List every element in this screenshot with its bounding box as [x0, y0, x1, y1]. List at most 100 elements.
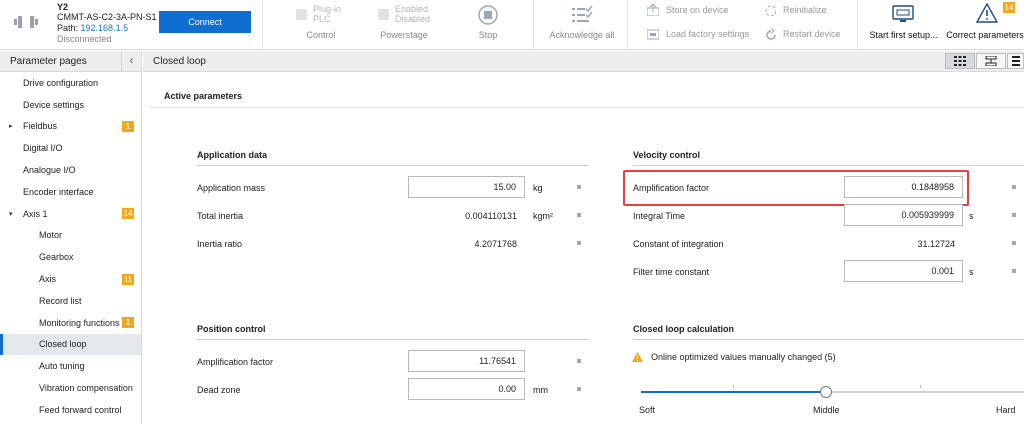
- sidebar-item[interactable]: ▸ Fieldbus 1: [0, 116, 141, 138]
- sidebar-header: Parameter pages ‹: [0, 51, 141, 72]
- warning-text: Online optimized values manually changed…: [651, 352, 836, 362]
- checklist-icon: [572, 5, 593, 22]
- menu-dot-icon[interactable]: [1012, 241, 1016, 245]
- sidebar-item-label: Closed loop: [39, 339, 87, 350]
- sidebar-item[interactable]: ▾ Axis 1 14: [0, 203, 141, 225]
- plugin-plc-checkbox[interactable]: Plug-in PLC: [296, 4, 341, 24]
- menu-dot-icon[interactable]: [577, 387, 581, 391]
- enabled-label: Enabled: [395, 4, 429, 14]
- application-data-title: Application data: [197, 150, 268, 160]
- sidebar-item[interactable]: Closed loop: [0, 333, 141, 356]
- filter-unit: s: [969, 267, 974, 277]
- application-mass-label: Application mass: [197, 183, 266, 193]
- inertia-ratio-value: 4.2071768: [474, 239, 517, 249]
- constant-of-integration-value: 31.12724: [917, 239, 955, 249]
- total-inertia-value: 0.004110131: [465, 211, 517, 221]
- sidebar-item[interactable]: Analogue I/O: [0, 159, 141, 181]
- closed-loop-calculation-title: Closed loop calculation: [633, 324, 735, 334]
- device-ip[interactable]: 192.168.1.5: [81, 23, 129, 33]
- sidebar: Parameter pages ‹ Drive configuration Dev…: [0, 51, 142, 424]
- integral-time-input[interactable]: 0.005939999: [844, 204, 963, 226]
- mass-unit: kg: [533, 183, 543, 193]
- menu-dot-icon[interactable]: [577, 213, 581, 217]
- load-factory-settings-button[interactable]: Load factory settings: [647, 28, 749, 40]
- sidebar-item[interactable]: Gearbox: [0, 246, 141, 268]
- constant-of-integration-label: Constant of integration: [633, 239, 724, 249]
- acknowledge-label: Acknowledge all: [549, 30, 615, 40]
- connect-button[interactable]: Connect: [159, 11, 251, 33]
- store-on-device-button[interactable]: Store on device: [647, 4, 729, 16]
- sidebar-item[interactable]: Axis 11: [0, 268, 141, 290]
- sidebar-item[interactable]: Device settings: [0, 94, 141, 116]
- sidebar-item[interactable]: Motor: [0, 225, 141, 247]
- restart-device-button[interactable]: Restart device: [764, 28, 841, 40]
- device-name: Y2: [57, 2, 69, 12]
- menu-dot-icon[interactable]: [577, 185, 581, 189]
- warning-message: Online optimized values manually changed…: [632, 352, 836, 362]
- sidebar-item-label: Auto tuning: [39, 361, 85, 372]
- toolbar: Y2 CMMT-AS-C2-3A-PN-S1 Path: 192.168.1.5…: [0, 0, 1024, 50]
- sidebar-item-label: Record list: [39, 295, 82, 306]
- position-amplification-input[interactable]: 11.76541: [408, 350, 525, 372]
- reinitialize-button[interactable]: Reinitialize: [764, 4, 827, 16]
- device-model: CMMT-AS-C2-3A-PN-S1: [57, 12, 157, 22]
- sidebar-item-label: Feed forward control: [39, 404, 122, 415]
- list-view-button[interactable]: [1007, 53, 1024, 69]
- menu-dot-icon[interactable]: [1012, 269, 1016, 273]
- plug-icon: [14, 16, 38, 28]
- disabled-label: Disabled: [395, 14, 431, 24]
- sidebar-item[interactable]: Encoder interface: [0, 181, 141, 203]
- menu-dot-icon[interactable]: [1012, 185, 1016, 189]
- connection-status: Disconnected: [57, 34, 112, 44]
- chevron-right-icon[interactable]: ▸: [9, 122, 13, 130]
- warning-badge: 14: [122, 208, 134, 220]
- menu-dot-icon[interactable]: [577, 241, 581, 245]
- chevron-down-icon[interactable]: ▾: [9, 210, 13, 218]
- dead-zone-label: Dead zone: [197, 385, 241, 395]
- sidebar-item-label: Device settings: [23, 99, 85, 110]
- network-icon: [985, 56, 997, 66]
- list-icon: [1011, 56, 1020, 66]
- diagram-view-button[interactable]: [976, 53, 1006, 69]
- integral-time-label: Integral Time: [633, 211, 686, 221]
- slider-thumb[interactable]: [820, 386, 832, 398]
- refresh-icon: [765, 5, 776, 16]
- stop-label: Stop: [478, 30, 498, 40]
- sidebar-item-label: Vibration compensation: [39, 383, 133, 394]
- powerstage-checkbox[interactable]: Enabled Disabled: [378, 4, 430, 24]
- sidebar-item-label: Digital I/O: [23, 143, 63, 154]
- sidebar-item-label: Monitoring functions: [39, 317, 120, 328]
- sidebar-item[interactable]: Monitoring functions 1: [0, 312, 141, 334]
- menu-dot-icon[interactable]: [577, 359, 581, 363]
- sidebar-item[interactable]: Drive configuration: [0, 72, 141, 94]
- powerstage-label: Powerstage: [380, 30, 428, 40]
- divider: [633, 165, 1024, 166]
- filter-time-input[interactable]: 0.001: [844, 260, 963, 282]
- sidebar-item-label: Gearbox: [39, 252, 74, 263]
- menu-dot-icon[interactable]: [1012, 213, 1016, 217]
- dead-zone-input[interactable]: 0.00: [408, 378, 525, 400]
- application-mass-input[interactable]: 15.00: [408, 176, 525, 198]
- correct-params-badge: 14: [1003, 2, 1015, 13]
- sidebar-item[interactable]: Vibration compensation: [0, 377, 141, 399]
- device-path-label: Path:: [57, 23, 79, 33]
- chevron-left-icon[interactable]: ‹: [121, 51, 141, 71]
- warning-icon: [976, 3, 998, 23]
- dead-zone-unit: mm: [533, 385, 548, 395]
- store-label: Store on device: [666, 5, 729, 15]
- sidebar-item[interactable]: Digital I/O: [0, 137, 141, 159]
- grid-view-button[interactable]: [945, 53, 975, 69]
- sidebar-item[interactable]: Feed forward control: [0, 399, 141, 421]
- factory-icon: [647, 29, 659, 40]
- velocity-control-title: Velocity control: [633, 150, 701, 160]
- warning-badge: 1: [122, 120, 134, 132]
- sidebar-item-label: Fieldbus: [23, 121, 58, 132]
- content-header: Closed loop: [143, 51, 1024, 72]
- plc-label: PLC: [313, 14, 331, 24]
- sidebar-item[interactable]: Auto tuning: [0, 355, 141, 377]
- active-parameters-heading: Active parameters: [164, 91, 243, 101]
- checkbox-icon: [296, 8, 307, 20]
- load-factory-label: Load factory settings: [666, 29, 750, 39]
- sidebar-item[interactable]: Record list: [0, 290, 141, 312]
- divider: [197, 165, 589, 166]
